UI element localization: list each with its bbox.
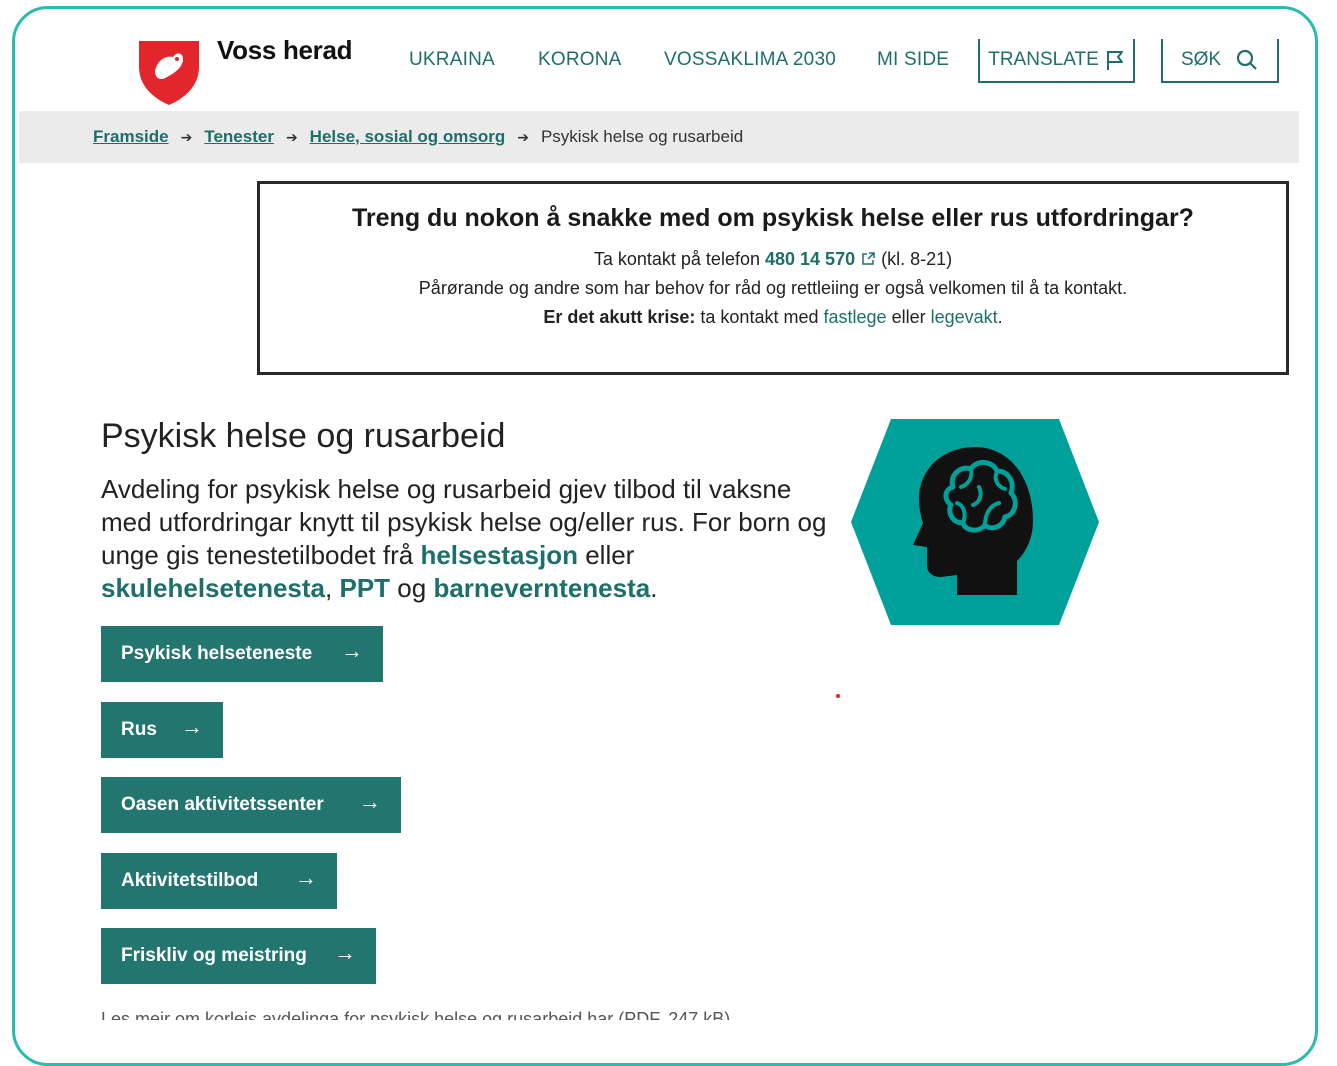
ppt-link[interactable]: PPT	[339, 573, 390, 603]
helsestasjon-link[interactable]: helsestasjon	[420, 540, 578, 570]
skulehelsetenesta-link[interactable]: skulehelsetenesta	[101, 573, 325, 603]
arrow-right-icon: →	[295, 865, 317, 890]
nav-mi-side[interactable]: MI SIDE	[877, 49, 949, 71]
intro-period: .	[650, 573, 658, 603]
page: Voss herad UKRAINA KORONA VOSSAKLIMA 203…	[19, 9, 1315, 1049]
nav-ukraina[interactable]: UKRAINA	[409, 49, 495, 71]
translate-label: TRANSLATE	[988, 49, 1099, 70]
button-label: Psykisk helseteneste	[121, 643, 313, 664]
brain-head-icon	[851, 419, 1099, 625]
search-label: SØK	[1180, 49, 1222, 70]
barneverntenesta-link[interactable]: barneverntenesta	[433, 573, 650, 603]
button-label: Friskliv og meistring	[121, 945, 307, 966]
alert-line-3: Er det akutt krise: ta kontakt med fastl…	[260, 303, 1286, 332]
legevakt-link[interactable]: legevakt	[931, 307, 998, 327]
alert-phone-prefix: Ta kontakt på telefon	[593, 249, 760, 269]
alert-crisis-text: ta kontakt med	[700, 307, 819, 327]
nav-korona[interactable]: KORONA	[538, 49, 622, 71]
voss-herad-logo[interactable]	[137, 37, 201, 107]
alert-or: eller	[891, 307, 926, 327]
phone-link[interactable]: 480 14 570	[765, 249, 855, 269]
psykisk-helseteneste-button[interactable]: Psykisk helseteneste →	[101, 626, 383, 682]
breadcrumb-framside[interactable]: Framside	[93, 127, 169, 147]
arrow-right-icon: →	[181, 714, 203, 739]
alert-hours: (kl. 8-21)	[881, 249, 953, 269]
button-label: Rus	[121, 719, 157, 740]
cut-off-text: Les meir om korleis avdelinga for psykis…	[101, 1010, 731, 1020]
breadcrumb-helse[interactable]: Helse, sosial og omsorg	[310, 127, 506, 147]
alert-crisis-label: Er det akutt krise:	[543, 307, 696, 327]
alert-title: Treng du nokon å snakke med om psykisk h…	[352, 204, 1194, 232]
intro-comma: ,	[325, 573, 333, 603]
arrow-right-icon: ➔	[180, 128, 193, 145]
arrow-right-icon: →	[334, 940, 356, 965]
page-title: Psykisk helse og rusarbeid	[101, 417, 506, 455]
rus-button[interactable]: Rus →	[101, 702, 223, 758]
friskliv-og-meistring-button[interactable]: Friskliv og meistring →	[101, 928, 376, 984]
search-button[interactable]: SØK	[1161, 39, 1279, 83]
fastlege-link[interactable]: fastlege	[824, 307, 887, 327]
search-icon	[1236, 49, 1257, 70]
breadcrumb: Framside ➔ Tenester ➔ Helse, sosial og o…	[19, 111, 1299, 163]
intro-og: og	[397, 573, 427, 603]
aktivitetstilbod-button[interactable]: Aktivitetstilbod →	[101, 853, 337, 909]
button-label: Aktivitetstilbod	[121, 870, 259, 891]
breadcrumb-current: Psykisk helse og rusarbeid	[540, 127, 744, 146]
arrow-right-icon: →	[359, 789, 381, 814]
alert-line-2: Pårørande og andre som har behov for råd…	[418, 278, 1128, 298]
flag-icon	[1106, 51, 1123, 70]
button-label: Oasen aktivitetssenter	[121, 794, 324, 815]
browser-frame: Voss herad UKRAINA KORONA VOSSAKLIMA 203…	[12, 6, 1318, 1066]
intro-text: Avdeling for psykisk helse og rusarbeid …	[101, 473, 841, 605]
red-dot	[836, 694, 840, 698]
intro-eller: eller	[585, 540, 635, 570]
translate-button[interactable]: TRANSLATE	[978, 39, 1135, 83]
alert-period: .	[997, 307, 1003, 327]
alert-line-1: Ta kontakt på telefon 480 14 570 (kl. 8-…	[260, 245, 1286, 274]
oasen-aktivitetssenter-button[interactable]: Oasen aktivitetssenter →	[101, 777, 401, 833]
nav-vossaklima[interactable]: VOSSAKLIMA 2030	[664, 49, 836, 71]
breadcrumb-tenester[interactable]: Tenester	[204, 127, 274, 147]
arrow-right-icon: →	[341, 638, 363, 663]
external-link-icon	[862, 252, 875, 265]
help-alert-box: Treng du nokon å snakke med om psykisk h…	[257, 181, 1289, 375]
arrow-right-icon: ➔	[285, 128, 298, 145]
arrow-right-icon: ➔	[517, 128, 529, 145]
brand-name[interactable]: Voss herad	[217, 35, 353, 66]
